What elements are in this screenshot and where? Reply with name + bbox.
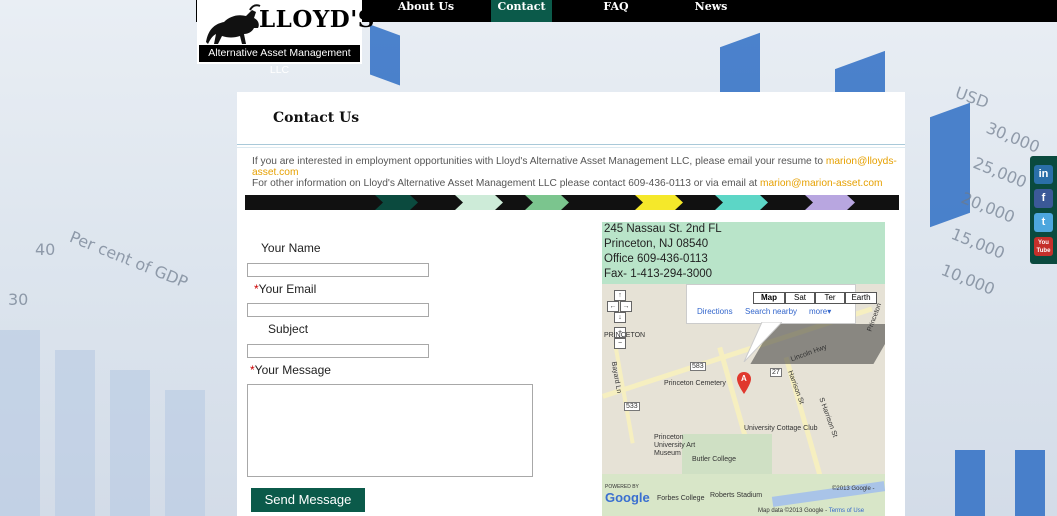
logo[interactable]: LLOYD'S Alternative Asset Management LLC bbox=[197, 0, 374, 76]
linkedin-icon[interactable]: in bbox=[1034, 165, 1053, 184]
nav-contact[interactable]: Contact bbox=[491, 0, 552, 22]
map-label: University Cottage Club bbox=[744, 425, 818, 432]
bg-text: 25,000 bbox=[970, 153, 1030, 192]
bg-text: Per cent of GDP bbox=[67, 227, 191, 292]
map-route-shield: 533 bbox=[624, 402, 640, 411]
bg-text: 20,000 bbox=[958, 188, 1018, 227]
page-title: Contact Us bbox=[273, 110, 360, 126]
message-label: Your Message bbox=[254, 363, 331, 377]
pan-up-control[interactable]: ↑ bbox=[614, 290, 626, 301]
pan-down-control[interactable]: ↓ bbox=[614, 312, 626, 323]
email-label: Your Email bbox=[258, 282, 317, 296]
map-route-shield: 583 bbox=[690, 362, 706, 371]
google-logo: Google bbox=[605, 490, 650, 505]
bull-icon bbox=[206, 4, 261, 44]
zoom-out-control[interactable]: − bbox=[614, 338, 626, 349]
bg-text: 10,000 bbox=[938, 260, 998, 299]
bg-bar bbox=[1015, 450, 1045, 516]
address-city: Princeton, NJ 08540 bbox=[604, 238, 709, 250]
email-input[interactable] bbox=[247, 303, 429, 317]
bg-bar bbox=[55, 350, 95, 516]
map-label: PRINCETON bbox=[604, 332, 646, 339]
map-directions-link[interactable]: Directions bbox=[697, 307, 733, 316]
subject-label: Subject bbox=[268, 322, 309, 336]
social-sidebar: in f t You Tube bbox=[1030, 156, 1057, 264]
map-data-credit: Map data ©2013 Google - Terms of Use bbox=[758, 508, 864, 514]
contact-email-link[interactable]: marion@marion-asset.com bbox=[760, 178, 882, 189]
bg-bar bbox=[110, 370, 150, 516]
pan-right-control[interactable]: → bbox=[620, 301, 632, 312]
pan-left-control[interactable]: ← bbox=[607, 301, 619, 312]
map-route-shield: 27 bbox=[770, 368, 782, 377]
map-label: Butler College bbox=[692, 456, 736, 463]
intro-line-2-text: For other information on Lloyd's Alterna… bbox=[252, 178, 761, 189]
bg-text: 40 bbox=[35, 240, 56, 259]
map-type-map[interactable]: Map bbox=[753, 292, 785, 304]
map-label: S Harrison St bbox=[817, 396, 839, 439]
address-fax: Fax- 1-413-294-3000 bbox=[604, 268, 713, 280]
message-textarea[interactable] bbox=[247, 384, 533, 477]
bg-bar bbox=[930, 102, 970, 228]
bubble-tail bbox=[743, 322, 782, 362]
intro-line-2: For other information on Lloyd's Alterna… bbox=[252, 178, 905, 189]
nav-about-us[interactable]: About Us bbox=[386, 0, 466, 22]
google-map[interactable]: ↑ ← → ↓ + − Map Sat Ter Earth Directions… bbox=[602, 284, 885, 516]
bg-text: 30 bbox=[8, 290, 29, 309]
bg-text: 30,000 bbox=[983, 118, 1043, 157]
nav-news[interactable]: News bbox=[681, 0, 741, 22]
bg-bar bbox=[165, 390, 205, 516]
map-label: Harrison St bbox=[786, 369, 805, 406]
map-type-earth[interactable]: Earth bbox=[845, 292, 877, 304]
bg-bar bbox=[955, 450, 985, 516]
map-label: Princeton Cemetery bbox=[664, 380, 726, 387]
map-search-nearby-link[interactable]: Search nearby bbox=[745, 307, 797, 316]
map-more-link[interactable]: more▾ bbox=[809, 307, 831, 316]
map-label: Princeton University Art Museum bbox=[654, 434, 696, 457]
message-label-wrap: *Your Message bbox=[250, 363, 331, 377]
bg-text: 15,000 bbox=[948, 224, 1008, 263]
divider bbox=[237, 144, 905, 145]
intro-line-1-text: If you are interested in employment oppo… bbox=[252, 156, 826, 167]
map-info-bubble: Map Sat Ter Earth Directions Search near… bbox=[686, 284, 877, 324]
address-office-phone: Office 609-436-0113 bbox=[604, 253, 708, 265]
name-label: Your Name bbox=[261, 241, 321, 255]
logo-tagline: Alternative Asset Management LLC bbox=[199, 45, 360, 76]
logo-brand: LLOYD'S bbox=[259, 6, 375, 33]
content-panel: Contact Us If you are interested in empl… bbox=[237, 92, 905, 516]
name-input[interactable] bbox=[247, 263, 429, 277]
map-label: Forbes College bbox=[657, 495, 705, 502]
address-block: 245 Nassau St. 2nd FL Princeton, NJ 0854… bbox=[602, 222, 885, 284]
nav-faq[interactable]: FAQ bbox=[586, 0, 646, 22]
subject-input[interactable] bbox=[247, 344, 429, 358]
map-label: Roberts Stadium bbox=[710, 492, 763, 499]
send-message-button[interactable]: Send Message bbox=[251, 488, 365, 512]
decorative-strip bbox=[245, 195, 899, 210]
youtube-icon[interactable]: You Tube bbox=[1034, 237, 1053, 256]
facebook-icon[interactable]: f bbox=[1034, 189, 1053, 208]
divider bbox=[237, 147, 905, 148]
map-type-sat[interactable]: Sat bbox=[785, 292, 815, 304]
terms-of-use-link[interactable]: Terms of Use bbox=[829, 508, 864, 514]
map-data-text: Map data ©2013 Google - bbox=[758, 508, 829, 514]
intro-text: If you are interested in employment oppo… bbox=[252, 156, 905, 189]
chevron-strip-graphic bbox=[375, 195, 855, 210]
bg-bar bbox=[370, 24, 400, 86]
map-copyright: ©2013 Google - bbox=[832, 486, 875, 492]
map-type-ter[interactable]: Ter bbox=[815, 292, 845, 304]
twitter-icon[interactable]: t bbox=[1034, 213, 1053, 232]
intro-line-1: If you are interested in employment oppo… bbox=[252, 156, 905, 178]
address-street: 245 Nassau St. 2nd FL bbox=[604, 223, 722, 235]
email-label-wrap: *Your Email bbox=[254, 282, 316, 296]
map-marker-label: A bbox=[741, 374, 747, 383]
bg-bar bbox=[0, 330, 40, 516]
